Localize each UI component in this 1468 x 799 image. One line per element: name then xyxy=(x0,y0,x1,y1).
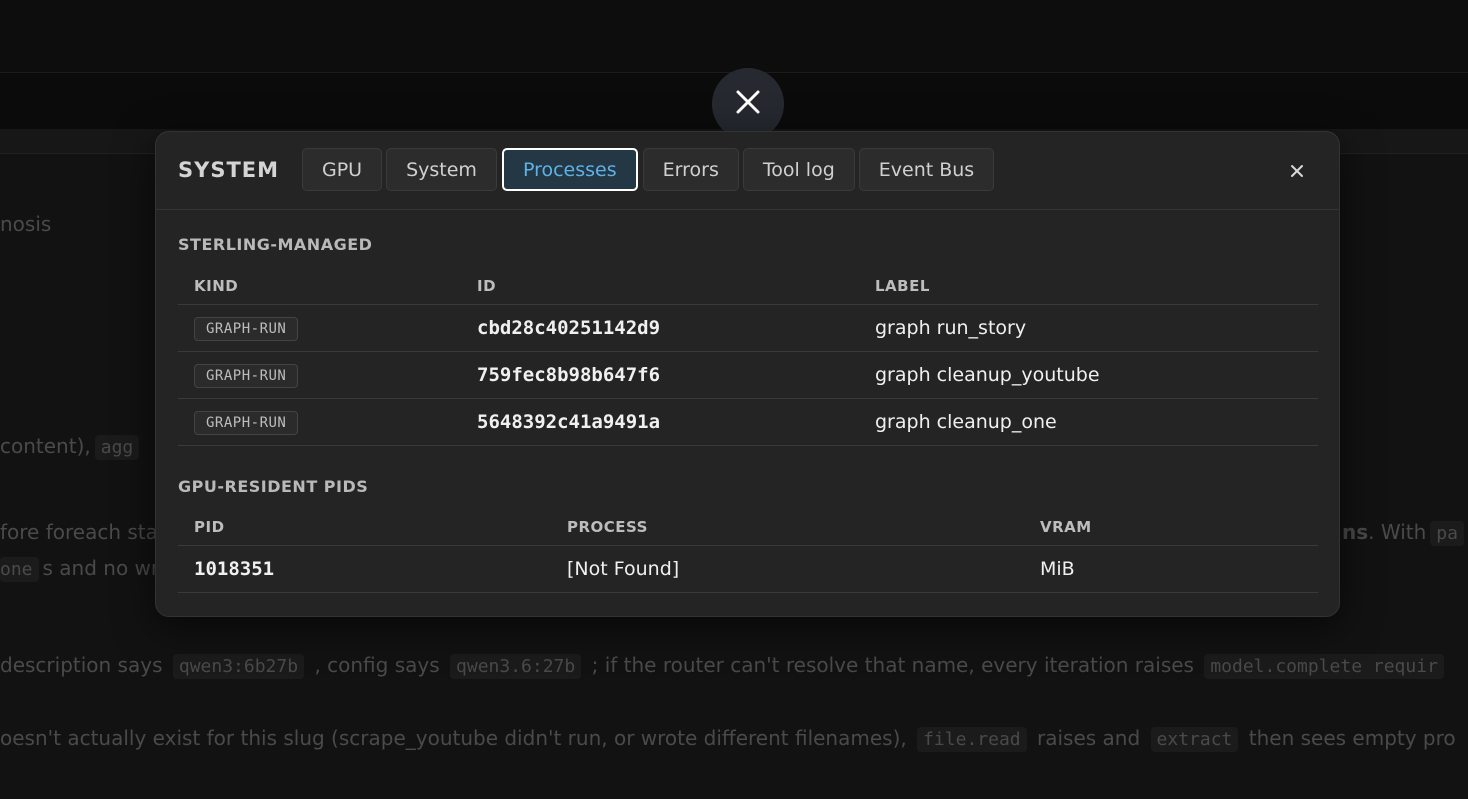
background-text-line: content), agg xyxy=(0,434,143,460)
section-title-gpu-resident-pids: GPU-RESIDENT PIDS xyxy=(178,477,369,496)
background-top-bar xyxy=(0,0,1468,73)
kind-cell: GRAPH-RUN xyxy=(178,304,461,352)
background-text-line: one s and no wr xyxy=(0,556,160,582)
background-text-line: oesn't actually exist for this slug (scr… xyxy=(0,726,1456,752)
table-header-row: KIND ID LABEL xyxy=(178,268,1318,305)
tab-tool-log[interactable]: Tool log xyxy=(742,148,855,191)
background-text-line: fore foreach sta xyxy=(0,520,158,544)
column-header-vram: VRAM xyxy=(1024,509,1318,546)
overlay-close-button[interactable] xyxy=(712,68,784,140)
system-modal: SYSTEM GPU System Processes Errors Tool … xyxy=(155,131,1340,617)
label-cell: graph cleanup_youtube xyxy=(859,351,1318,399)
kind-cell: GRAPH-RUN xyxy=(178,398,461,446)
vram-cell: MiB xyxy=(1024,545,1318,593)
tab-bar: GPU System Processes Errors Tool log Eve… xyxy=(302,148,995,191)
tab-processes[interactable]: Processes xyxy=(501,148,638,191)
column-header-id: ID xyxy=(461,268,859,305)
modal-header: SYSTEM GPU System Processes Errors Tool … xyxy=(156,132,1339,210)
id-cell: cbd28c40251142d9 xyxy=(461,304,859,352)
modal-close-button[interactable] xyxy=(1285,160,1309,184)
close-icon xyxy=(1290,163,1304,182)
column-header-label: LABEL xyxy=(859,268,1318,305)
id-cell: 5648392c41a9491a xyxy=(461,398,859,446)
table-row[interactable]: GRAPH-RUN cbd28c40251142d9 graph run_sto… xyxy=(178,304,1318,352)
kind-badge: GRAPH-RUN xyxy=(194,316,299,341)
tab-system[interactable]: System xyxy=(386,148,497,191)
column-header-kind: KIND xyxy=(178,268,461,305)
label-cell: graph run_story xyxy=(859,304,1318,352)
label-cell: graph cleanup_one xyxy=(859,398,1318,446)
kind-badge: GRAPH-RUN xyxy=(194,410,299,435)
section-title-sterling-managed: STERLING-MANAGED xyxy=(178,235,373,254)
tab-errors[interactable]: Errors xyxy=(642,148,739,191)
tab-gpu[interactable]: GPU xyxy=(302,148,383,191)
id-cell: 759fec8b98b647f6 xyxy=(461,351,859,399)
kind-badge: GRAPH-RUN xyxy=(194,363,299,388)
background-text-line-right: ns. With pa xyxy=(1342,520,1468,546)
close-icon xyxy=(735,89,761,119)
sterling-managed-table: KIND ID LABEL GRAPH-RUN cbd28c40251142d9… xyxy=(178,268,1318,446)
table-row[interactable]: 1018351 [Not Found] MiB xyxy=(178,545,1318,593)
kind-cell: GRAPH-RUN xyxy=(178,351,461,399)
modal-title: SYSTEM xyxy=(178,158,280,182)
column-header-pid: PID xyxy=(178,509,551,546)
background-text-line: nosis xyxy=(0,212,52,236)
table-row[interactable]: GRAPH-RUN 5648392c41a9491a graph cleanup… xyxy=(178,398,1318,446)
background-text-line: description says qwen3:6b27b , config sa… xyxy=(0,653,1448,679)
column-header-process: PROCESS xyxy=(551,509,1024,546)
table-row[interactable]: GRAPH-RUN 759fec8b98b647f6 graph cleanup… xyxy=(178,351,1318,399)
table-header-row: PID PROCESS VRAM xyxy=(178,509,1318,546)
tab-event-bus[interactable]: Event Bus xyxy=(858,148,995,191)
gpu-resident-table: PID PROCESS VRAM 1018351 [Not Found] MiB xyxy=(178,509,1318,593)
pid-cell: 1018351 xyxy=(178,545,551,593)
process-cell: [Not Found] xyxy=(551,545,1024,593)
